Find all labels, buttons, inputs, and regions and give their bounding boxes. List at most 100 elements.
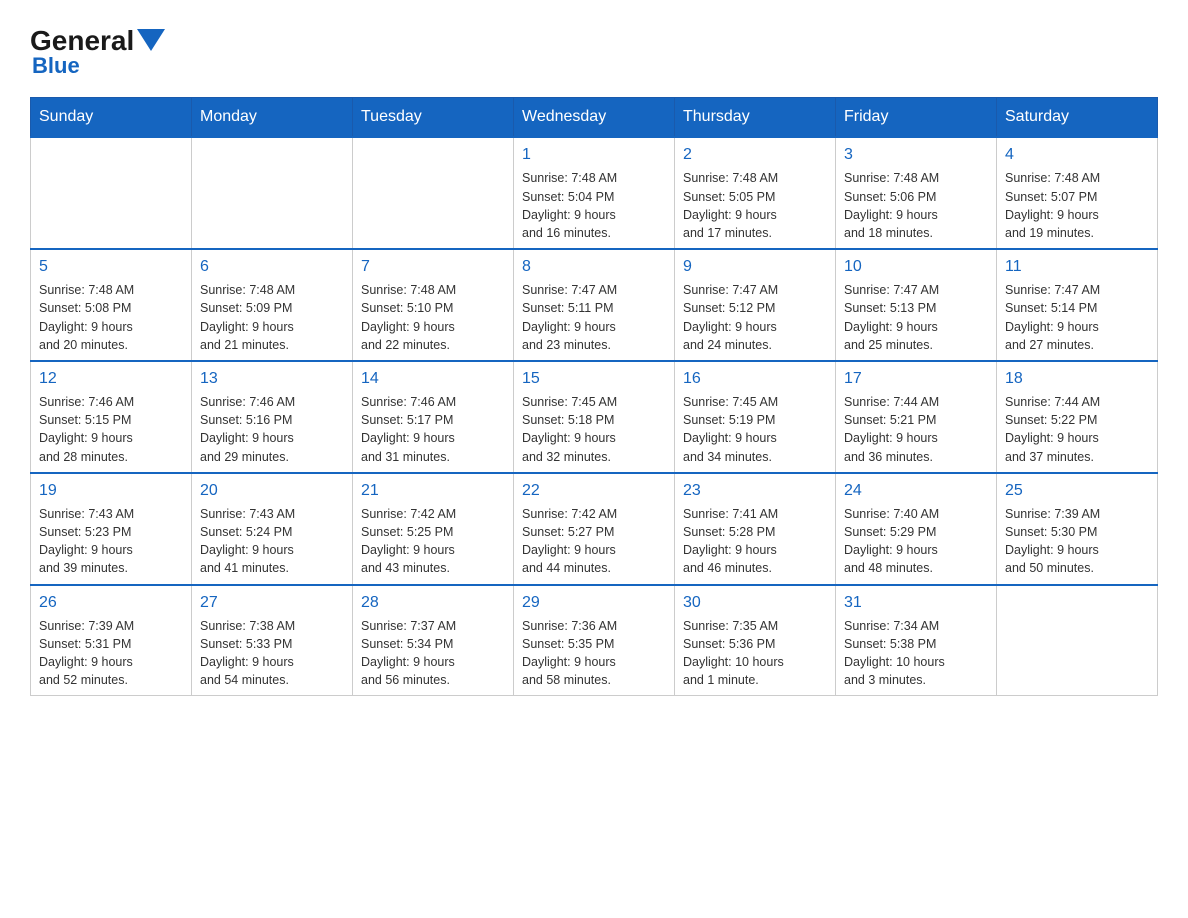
day-number: 24: [844, 480, 988, 502]
calendar-cell: 27Sunrise: 7:38 AMSunset: 5:33 PMDayligh…: [192, 585, 353, 696]
day-number: 17: [844, 368, 988, 390]
logo-blue-text: Blue: [32, 53, 80, 79]
calendar-cell: 12 Sunrise: 7:46 AMSunset: 5:15 PMDayligh…: [31, 361, 192, 473]
day-number: 5: [39, 256, 183, 278]
calendar-cell: 5 Sunrise: 7:48 AMSunset: 5:08 PMDaylight…: [31, 249, 192, 361]
calendar-cell: [192, 137, 353, 249]
day-number: 13: [200, 368, 344, 390]
calendar-cell: 19 Sunrise: 7:43 AMSunset: 5:23 PMDayligh…: [31, 473, 192, 585]
day-info: Sunrise: 7:43 AMSunset: 5:24 PMDaylight:…: [200, 505, 344, 578]
day-info: Sunrise: 7:48 AMSunset: 5:04 PMDaylight:…: [522, 169, 666, 242]
calendar-cell: 31 Sunrise: 7:34 AMSunset: 5:38 PMDayligh…: [836, 585, 997, 696]
day-info: Sunrise: 7:34 AMSunset: 5:38 PMDaylight:…: [844, 617, 988, 690]
logo: General Blue: [30, 20, 165, 79]
header-wednesday: Wednesday: [514, 98, 675, 138]
day-info: Sunrise: 7:40 AMSunset: 5:29 PMDaylight:…: [844, 505, 988, 578]
day-info: Sunrise: 7:47 AMSunset: 5:13 PMDaylight:…: [844, 281, 988, 354]
day-number: 22: [522, 480, 666, 502]
day-info: Sunrise: 7:47 AMSunset: 5:11 PMDaylight:…: [522, 281, 666, 354]
day-info: Sunrise: 7:48 AMSunset: 5:07 PMDaylight:…: [1005, 169, 1149, 242]
day-info: Sunrise: 7:46 AMSunset: 5:17 PMDaylight:…: [361, 393, 505, 466]
calendar-cell: [997, 585, 1158, 696]
day-number: 30: [683, 592, 827, 614]
day-number: 15: [522, 368, 666, 390]
day-info: Sunrise: 7:46 AMSunset: 5:15 PMDaylight:…: [39, 393, 183, 466]
day-number: 7: [361, 256, 505, 278]
calendar-cell: 15 Sunrise: 7:45 AMSunset: 5:18 PMDayligh…: [514, 361, 675, 473]
header-friday: Friday: [836, 98, 997, 138]
day-info: Sunrise: 7:46 AMSunset: 5:16 PMDaylight:…: [200, 393, 344, 466]
day-info: Sunrise: 7:45 AMSunset: 5:19 PMDaylight:…: [683, 393, 827, 466]
day-number: 14: [361, 368, 505, 390]
calendar-cell: 4Sunrise: 7:48 AMSunset: 5:07 PMDaylight…: [997, 137, 1158, 249]
calendar-cell: [31, 137, 192, 249]
day-number: 23: [683, 480, 827, 502]
calendar-table: SundayMondayTuesdayWednesdayThursdayFrid…: [30, 97, 1158, 696]
calendar-cell: 10 Sunrise: 7:47 AMSunset: 5:13 PMDayligh…: [836, 249, 997, 361]
day-number: 3: [844, 144, 988, 166]
week-row-2: 5 Sunrise: 7:48 AMSunset: 5:08 PMDaylight…: [31, 249, 1158, 361]
calendar-cell: 25 Sunrise: 7:39 AMSunset: 5:30 PMDayligh…: [997, 473, 1158, 585]
day-number: 12: [39, 368, 183, 390]
calendar-cell: 3 Sunrise: 7:48 AMSunset: 5:06 PMDaylight…: [836, 137, 997, 249]
day-number: 9: [683, 256, 827, 278]
calendar-cell: 18 Sunrise: 7:44 AMSunset: 5:22 PMDayligh…: [997, 361, 1158, 473]
header-sunday: Sunday: [31, 98, 192, 138]
day-number: 19: [39, 480, 183, 502]
calendar-cell: 7 Sunrise: 7:48 AMSunset: 5:10 PMDaylight…: [353, 249, 514, 361]
calendar-cell: 6Sunrise: 7:48 AMSunset: 5:09 PMDaylight…: [192, 249, 353, 361]
day-number: 1: [522, 144, 666, 166]
day-number: 8: [522, 256, 666, 278]
day-number: 10: [844, 256, 988, 278]
calendar-cell: 11 Sunrise: 7:47 AMSunset: 5:14 PMDayligh…: [997, 249, 1158, 361]
day-info: Sunrise: 7:48 AMSunset: 5:06 PMDaylight:…: [844, 169, 988, 242]
calendar-cell: 13 Sunrise: 7:46 AMSunset: 5:16 PMDayligh…: [192, 361, 353, 473]
calendar-cell: 22 Sunrise: 7:42 AMSunset: 5:27 PMDayligh…: [514, 473, 675, 585]
calendar-cell: 28 Sunrise: 7:37 AMSunset: 5:34 PMDayligh…: [353, 585, 514, 696]
day-info: Sunrise: 7:45 AMSunset: 5:18 PMDaylight:…: [522, 393, 666, 466]
calendar-cell: 16 Sunrise: 7:45 AMSunset: 5:19 PMDayligh…: [675, 361, 836, 473]
day-info: Sunrise: 7:43 AMSunset: 5:23 PMDaylight:…: [39, 505, 183, 578]
day-number: 31: [844, 592, 988, 614]
day-number: 20: [200, 480, 344, 502]
day-info: Sunrise: 7:37 AMSunset: 5:34 PMDaylight:…: [361, 617, 505, 690]
header-row: SundayMondayTuesdayWednesdayThursdayFrid…: [31, 98, 1158, 138]
calendar-cell: 23 Sunrise: 7:41 AMSunset: 5:28 PMDayligh…: [675, 473, 836, 585]
header-tuesday: Tuesday: [353, 98, 514, 138]
calendar-cell: 9 Sunrise: 7:47 AMSunset: 5:12 PMDaylight…: [675, 249, 836, 361]
day-info: Sunrise: 7:39 AMSunset: 5:30 PMDaylight:…: [1005, 505, 1149, 578]
day-info: Sunrise: 7:39 AMSunset: 5:31 PMDaylight:…: [39, 617, 183, 690]
day-info: Sunrise: 7:47 AMSunset: 5:12 PMDaylight:…: [683, 281, 827, 354]
week-row-3: 12 Sunrise: 7:46 AMSunset: 5:15 PMDayligh…: [31, 361, 1158, 473]
day-info: Sunrise: 7:48 AMSunset: 5:10 PMDaylight:…: [361, 281, 505, 354]
day-number: 21: [361, 480, 505, 502]
week-row-1: 1 Sunrise: 7:48 AMSunset: 5:04 PMDaylight…: [31, 137, 1158, 249]
day-info: Sunrise: 7:35 AMSunset: 5:36 PMDaylight:…: [683, 617, 827, 690]
calendar-cell: 17 Sunrise: 7:44 AMSunset: 5:21 PMDayligh…: [836, 361, 997, 473]
calendar-cell: 29Sunrise: 7:36 AMSunset: 5:35 PMDayligh…: [514, 585, 675, 696]
day-number: 25: [1005, 480, 1149, 502]
day-number: 2: [683, 144, 827, 166]
day-info: Sunrise: 7:48 AMSunset: 5:08 PMDaylight:…: [39, 281, 183, 354]
calendar-cell: 26Sunrise: 7:39 AMSunset: 5:31 PMDayligh…: [31, 585, 192, 696]
day-info: Sunrise: 7:44 AMSunset: 5:22 PMDaylight:…: [1005, 393, 1149, 466]
week-row-4: 19 Sunrise: 7:43 AMSunset: 5:23 PMDayligh…: [31, 473, 1158, 585]
calendar-cell: 21 Sunrise: 7:42 AMSunset: 5:25 PMDayligh…: [353, 473, 514, 585]
day-number: 16: [683, 368, 827, 390]
day-number: 18: [1005, 368, 1149, 390]
day-info: Sunrise: 7:41 AMSunset: 5:28 PMDaylight:…: [683, 505, 827, 578]
day-info: Sunrise: 7:47 AMSunset: 5:14 PMDaylight:…: [1005, 281, 1149, 354]
day-info: Sunrise: 7:42 AMSunset: 5:25 PMDaylight:…: [361, 505, 505, 578]
header-monday: Monday: [192, 98, 353, 138]
calendar-cell: 30 Sunrise: 7:35 AMSunset: 5:36 PMDayligh…: [675, 585, 836, 696]
day-number: 28: [361, 592, 505, 614]
day-number: 6: [200, 256, 344, 278]
day-number: 11: [1005, 256, 1149, 278]
calendar-cell: 2Sunrise: 7:48 AMSunset: 5:05 PMDaylight…: [675, 137, 836, 249]
day-number: 29: [522, 592, 666, 614]
day-info: Sunrise: 7:44 AMSunset: 5:21 PMDaylight:…: [844, 393, 988, 466]
calendar-cell: 14 Sunrise: 7:46 AMSunset: 5:17 PMDayligh…: [353, 361, 514, 473]
day-info: Sunrise: 7:42 AMSunset: 5:27 PMDaylight:…: [522, 505, 666, 578]
day-number: 27: [200, 592, 344, 614]
calendar-cell: 24 Sunrise: 7:40 AMSunset: 5:29 PMDayligh…: [836, 473, 997, 585]
